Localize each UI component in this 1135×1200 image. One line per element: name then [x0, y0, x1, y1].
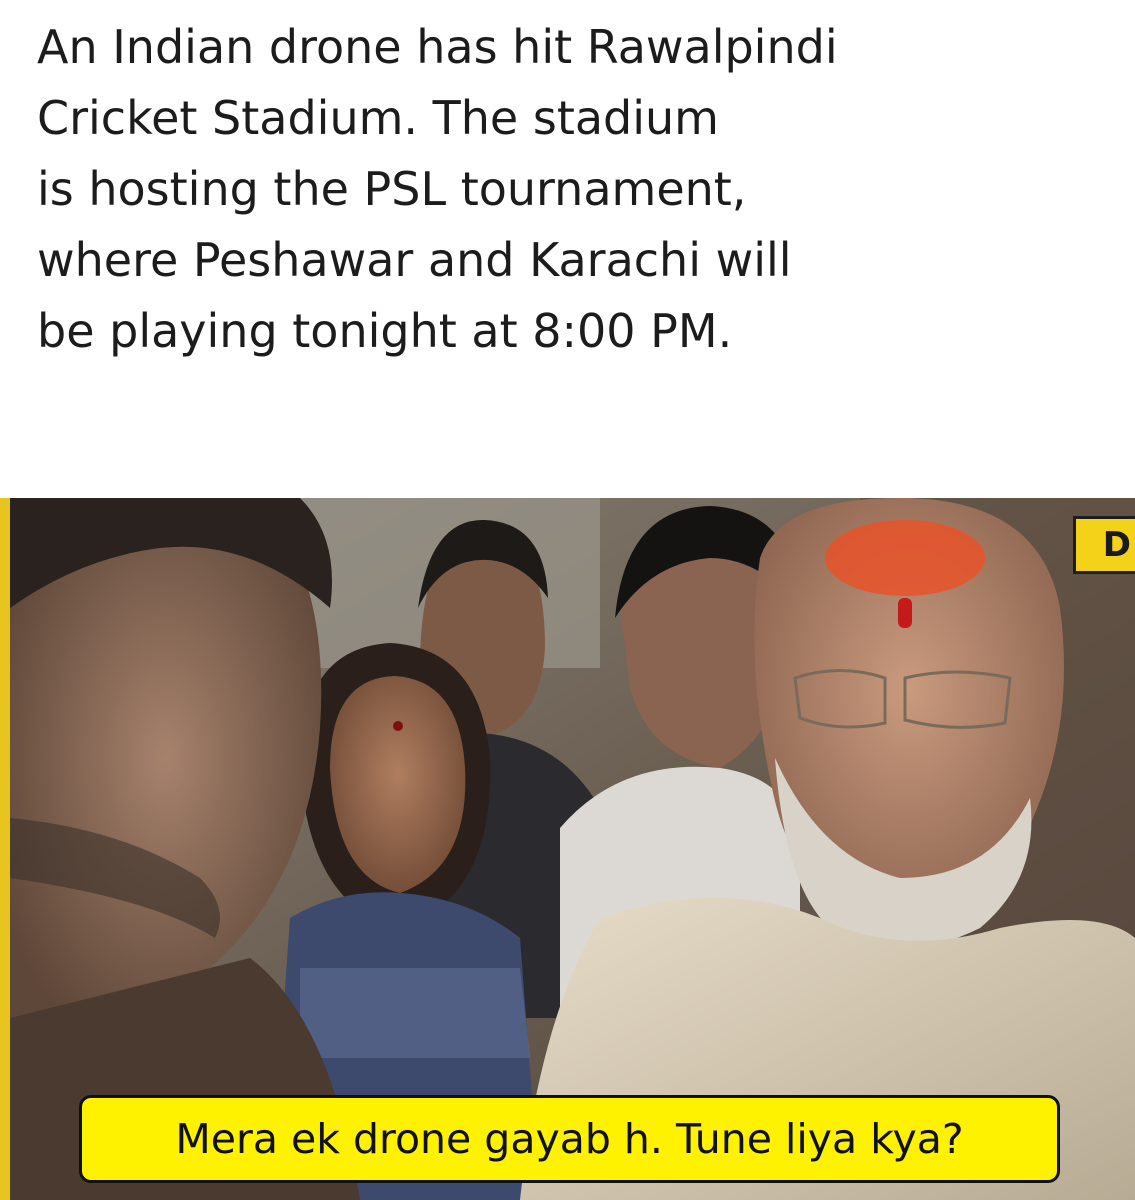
- headline-line-4: where Peshawar and Karachi will: [37, 233, 792, 287]
- left-yellow-border: [0, 498, 10, 1200]
- news-video-still: D Mera ek drone gayab h. Tune liya kya?: [0, 498, 1135, 1200]
- channel-logo-text: D: [1102, 525, 1131, 565]
- channel-logo-badge: D: [1073, 516, 1135, 574]
- subtitle-caption-text: Mera ek drone gayab h. Tune liya kya?: [175, 1115, 964, 1163]
- headline-line-3: is hosting the PSL tournament,: [37, 162, 747, 216]
- subtitle-caption-box: Mera ek drone gayab h. Tune liya kya?: [79, 1095, 1060, 1183]
- headline-line-5: be playing tonight at 8:00 PM.: [37, 304, 733, 358]
- headline-line-2: Cricket Stadium. The stadium: [37, 91, 719, 145]
- headline-text-block: An Indian drone has hit Rawalpindi Crick…: [37, 12, 1107, 367]
- tilak-mark: [825, 520, 985, 596]
- headline-line-1: An Indian drone has hit Rawalpindi: [37, 20, 838, 74]
